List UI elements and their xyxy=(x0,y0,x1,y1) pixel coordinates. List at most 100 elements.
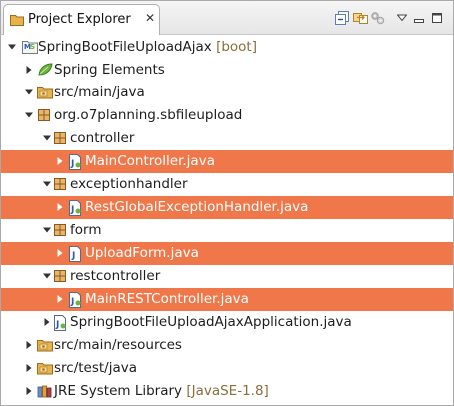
tree-item-label: JRE System Library [JavaSE-1.8] xyxy=(54,383,269,399)
collapsed-arrow-icon[interactable] xyxy=(23,339,35,351)
source-folder-icon xyxy=(37,361,53,375)
expanded-arrow-icon[interactable] xyxy=(41,132,53,144)
tree-row[interactable]: org.o7planning.sbfileupload xyxy=(1,104,453,127)
tree-item-text: Spring Elements xyxy=(54,62,165,78)
tree-item-label: RestGlobalExceptionHandler.java xyxy=(85,199,308,215)
project-explorer-icon xyxy=(10,14,24,26)
collapsed-arrow-icon[interactable] xyxy=(54,247,66,259)
spring-boot-project-icon: MS xyxy=(22,40,38,54)
tree-item-label: src/main/java xyxy=(54,84,145,100)
tree-item-label: Spring Elements xyxy=(54,62,165,78)
package-icon xyxy=(53,177,67,191)
maximize-icon[interactable] xyxy=(430,9,444,27)
collapsed-arrow-icon[interactable] xyxy=(41,316,53,328)
spring-java-file-icon: J xyxy=(53,315,67,331)
tree-item-label: SpringBootFileUploadAjax [boot] xyxy=(38,39,257,55)
tree-item-text: SpringBootFileUploadAjax xyxy=(38,39,212,55)
tree-item-text: SpringBootFileUploadAjaxApplication.java xyxy=(70,314,352,330)
tree-item-text: UploadForm.java xyxy=(85,245,199,261)
expanded-arrow-icon[interactable] xyxy=(6,41,18,53)
tree-item-text: form xyxy=(70,222,102,238)
tree-item-text: src/test/java xyxy=(54,360,138,376)
tree-item-label: src/test/java xyxy=(54,360,137,376)
tree-row[interactable]: Spring Elements xyxy=(1,59,453,82)
tree-item-label: org.o7planning.sbfileupload xyxy=(54,107,242,123)
tree-item-label: restcontroller xyxy=(70,268,160,284)
expanded-arrow-icon[interactable] xyxy=(23,109,35,121)
tab-project-explorer[interactable]: Project Explorer ✕ xyxy=(3,4,160,35)
tree-item-label: controller xyxy=(70,130,134,146)
tree-item-text: MainRESTController.java xyxy=(85,291,249,307)
collapsed-arrow-icon[interactable] xyxy=(54,155,66,167)
expanded-arrow-icon[interactable] xyxy=(41,270,53,282)
link-with-editor-icon[interactable] xyxy=(353,9,369,27)
tree-row[interactable]: J UploadForm.java xyxy=(1,242,453,265)
tree-item-label: form xyxy=(70,222,101,238)
tree-item-text: RestGlobalExceptionHandler.java xyxy=(85,199,309,215)
minimize-icon[interactable] xyxy=(412,9,426,27)
tree-item-text: src/main/java xyxy=(54,84,145,100)
source-folder-icon xyxy=(37,85,53,99)
tree-row[interactable]: controller xyxy=(1,127,453,150)
svg-text:S: S xyxy=(30,43,35,51)
close-icon[interactable]: ✕ xyxy=(145,11,155,25)
view-header: Project Explorer ✕ xyxy=(1,1,453,35)
tree-item-decoration: [boot] xyxy=(211,39,257,55)
tree-row[interactable]: exceptionhandler xyxy=(1,173,453,196)
tree-item-label: MainRESTController.java xyxy=(85,291,249,307)
collapse-all-icon[interactable] xyxy=(334,9,350,27)
tree-row[interactable]: M S SpringBootFileUploadAjax [boot] xyxy=(1,36,453,59)
tree-row[interactable]: J MainController.java xyxy=(1,150,453,173)
tree-item-label: SpringBootFileUploadAjaxApplication.java xyxy=(70,314,352,330)
tree-row[interactable]: src/main/resources xyxy=(1,334,453,357)
tree-row[interactable]: J SpringBootFileUploadAjaxApplication.jav… xyxy=(1,311,453,334)
svg-text:J: J xyxy=(70,205,74,215)
tree-row[interactable]: src/test/java xyxy=(1,357,453,380)
tree-item-text: JRE System Library xyxy=(54,383,183,399)
tree-item-label: src/main/resources xyxy=(54,337,182,353)
tree-row[interactable]: JRE System Library [JavaSE-1.8] xyxy=(1,380,453,403)
collapsed-arrow-icon[interactable] xyxy=(54,293,66,305)
source-folder-icon xyxy=(37,338,53,352)
spring-leaf-icon xyxy=(37,63,53,77)
svg-text:J: J xyxy=(70,159,74,169)
package-icon xyxy=(53,131,67,145)
tree-item-decoration: [JavaSE-1.8] xyxy=(182,383,269,399)
project-explorer-view: Project Explorer ✕ M S SpringBootFileUpl… xyxy=(0,0,454,406)
view-menu-icon[interactable] xyxy=(396,9,408,27)
spring-java-file-icon: J xyxy=(68,292,82,308)
spring-java-file-icon: J xyxy=(68,200,82,216)
expanded-arrow-icon[interactable] xyxy=(41,224,53,236)
expanded-arrow-icon[interactable] xyxy=(23,86,35,98)
project-tree[interactable]: M S SpringBootFileUploadAjax [boot] Spring … xyxy=(1,35,453,405)
java-file-icon: J xyxy=(68,246,82,262)
tree-row[interactable]: src/main/java xyxy=(1,81,453,104)
tree-item-label: UploadForm.java xyxy=(85,245,199,261)
expanded-arrow-icon[interactable] xyxy=(41,178,53,190)
svg-text:J: J xyxy=(55,320,59,330)
tree-item-text: controller xyxy=(70,130,135,146)
tab-label: Project Explorer xyxy=(28,12,131,27)
collapsed-arrow-icon[interactable] xyxy=(54,201,66,213)
svg-text:J: J xyxy=(70,297,74,307)
svg-text:J: J xyxy=(71,251,75,261)
package-icon xyxy=(37,108,51,122)
tree-row[interactable]: form xyxy=(1,219,453,242)
library-icon xyxy=(37,384,52,398)
tree-item-text: restcontroller xyxy=(70,268,161,284)
tree-item-text: org.o7planning.sbfileupload xyxy=(54,107,243,123)
tree-row[interactable]: J RestGlobalExceptionHandler.java xyxy=(1,196,453,219)
collapsed-arrow-icon[interactable] xyxy=(23,385,35,397)
tree-row[interactable]: J MainRESTController.java xyxy=(1,288,453,311)
tree-row[interactable]: restcontroller xyxy=(1,265,453,288)
gear-icon[interactable] xyxy=(370,9,386,27)
tree-item-text: src/main/resources xyxy=(54,337,182,353)
spring-java-file-icon: J xyxy=(68,154,82,170)
tree-item-label: MainController.java xyxy=(85,153,215,169)
collapsed-arrow-icon[interactable] xyxy=(23,362,35,374)
tree-item-text: exceptionhandler xyxy=(70,176,188,192)
tree-item-label: exceptionhandler xyxy=(70,176,188,192)
package-icon xyxy=(53,269,67,283)
package-icon xyxy=(53,223,67,237)
collapsed-arrow-icon[interactable] xyxy=(23,64,35,76)
